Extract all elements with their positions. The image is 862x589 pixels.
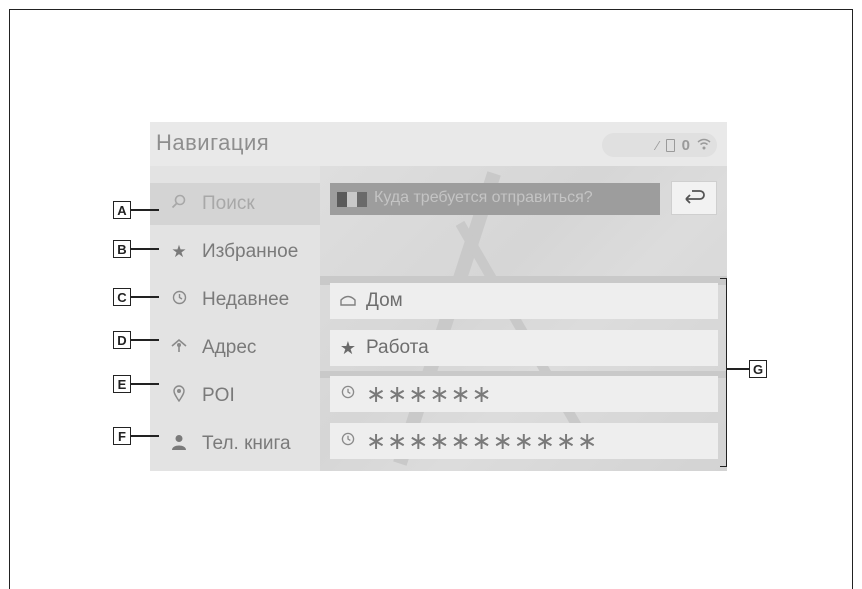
flag-icon	[337, 192, 367, 207]
callout-label-d: D	[113, 331, 131, 349]
destination-search-input[interactable]: Куда требуется отправиться?	[330, 183, 660, 215]
sidebar-item-recent[interactable]: Недавнее	[150, 279, 320, 321]
back-button[interactable]	[671, 181, 717, 215]
sidebar-item-label: Поиск	[202, 193, 255, 214]
sidebar-item-label: Тел. книга	[202, 433, 291, 454]
sidebar: Поиск ★ Избранное Недавнее Адрес POI Тел…	[150, 166, 320, 471]
star-icon: ★	[171, 242, 187, 261]
search-placeholder: Куда требуется отправиться?	[374, 189, 593, 206]
sidebar-item-label: POI	[202, 385, 235, 406]
callout-line-g	[727, 368, 749, 370]
battery-icon	[665, 138, 675, 152]
destination-recent-2[interactable]: ∗∗∗∗∗∗∗∗∗∗∗	[330, 423, 718, 459]
sidebar-item-poi[interactable]: POI	[150, 375, 320, 417]
callout-bracket-g	[720, 278, 727, 467]
signal-icon: ⁄	[656, 137, 659, 153]
sidebar-item-search[interactable]: Поиск	[150, 183, 320, 225]
person-icon	[166, 434, 192, 455]
star-icon: ★	[339, 337, 357, 358]
callout-label-e: E	[113, 375, 131, 393]
clock-icon	[166, 290, 192, 310]
search-icon	[166, 194, 192, 215]
callout-label-c: C	[113, 288, 131, 306]
home-icon	[338, 293, 358, 310]
sidebar-item-label: Недавнее	[202, 289, 290, 310]
title-bar: Навигация ⁄ 0	[150, 122, 727, 166]
clock-icon	[338, 432, 358, 450]
callout-line-b	[131, 248, 159, 250]
sidebar-item-phonebook[interactable]: Тел. книга	[150, 423, 320, 465]
callout-line-f	[131, 435, 159, 437]
pin-icon	[166, 385, 192, 407]
callout-line-d	[131, 339, 159, 341]
page-title: Навигация	[156, 130, 270, 155]
destination-label: Работа	[366, 337, 429, 358]
callout-label-a: A	[113, 201, 131, 219]
sidebar-item-address[interactable]: Адрес	[150, 327, 320, 369]
callout-line-e	[131, 383, 159, 385]
callout-line-c	[131, 296, 159, 298]
status-count: 0	[681, 136, 690, 154]
back-arrow-icon	[682, 188, 706, 209]
callout-line-a	[131, 209, 159, 211]
callout-label-b: B	[113, 240, 131, 258]
destination-label: Дом	[366, 290, 403, 311]
wifi-icon	[697, 138, 711, 153]
clock-icon	[338, 385, 358, 403]
nav-screen: Навигация ⁄ 0 Поиск ★ Избранное Недавнее	[150, 122, 727, 471]
destination-recent-1[interactable]: ∗∗∗∗∗∗	[330, 376, 718, 412]
sidebar-item-favorites[interactable]: ★ Избранное	[150, 231, 320, 273]
callout-label-f: F	[113, 427, 131, 445]
status-area: ⁄ 0	[602, 133, 717, 157]
destination-label: ∗∗∗∗∗∗	[366, 380, 493, 408]
sidebar-item-label: Адрес	[202, 337, 257, 358]
destination-home[interactable]: Дом	[330, 283, 718, 319]
address-icon	[166, 338, 192, 358]
sidebar-item-label: Избранное	[202, 241, 299, 262]
destination-label: ∗∗∗∗∗∗∗∗∗∗∗	[366, 427, 599, 455]
destination-work[interactable]: ★ Работа	[330, 330, 718, 366]
callout-label-g: G	[749, 360, 767, 378]
